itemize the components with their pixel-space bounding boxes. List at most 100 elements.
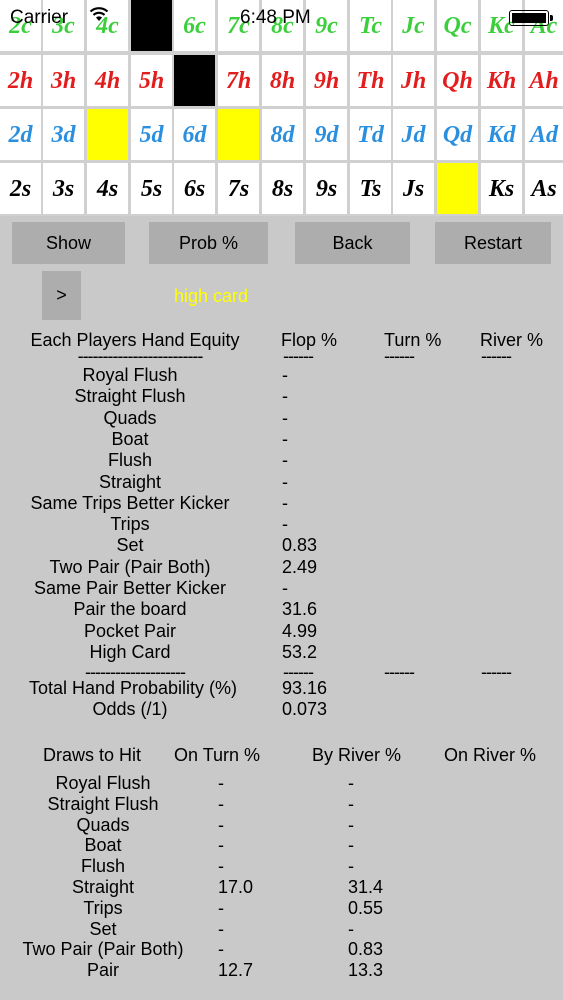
draw-row-label: Royal Flush bbox=[55, 773, 151, 793]
card-6s[interactable]: 6s bbox=[174, 163, 215, 214]
on-turn-header: On Turn % bbox=[174, 745, 261, 765]
card-slot-black[interactable] bbox=[174, 55, 215, 106]
equity-row-label: Two Pair (Pair Both) bbox=[49, 557, 211, 577]
odds-flop-value: 0.073 bbox=[282, 699, 328, 719]
card-5s[interactable]: 5s bbox=[131, 163, 172, 214]
equity-row-flop-value: - bbox=[282, 386, 288, 406]
next-button[interactable]: > bbox=[42, 271, 81, 320]
draw-row-label: Two Pair (Pair Both) bbox=[22, 939, 184, 959]
carrier-label: Carrier bbox=[10, 7, 69, 28]
card-2d[interactable]: 2d bbox=[0, 109, 41, 160]
card-slot-yellow[interactable] bbox=[437, 163, 478, 214]
card-8d[interactable]: 8d bbox=[262, 109, 303, 160]
card-7h[interactable]: 7h bbox=[218, 55, 259, 106]
equity-row-label: Flush bbox=[107, 450, 153, 470]
card-As[interactable]: As bbox=[525, 163, 563, 214]
card-Kd[interactable]: Kd bbox=[481, 109, 522, 160]
total-flop-value: 93.16 bbox=[282, 678, 328, 698]
card-2h[interactable]: 2h bbox=[0, 55, 41, 106]
card-4s[interactable]: 4s bbox=[87, 163, 128, 214]
equity-row-flop-value: 2.49 bbox=[282, 557, 318, 577]
equity-row-label: Straight bbox=[98, 472, 162, 492]
draws-header-label: Draws to Hit bbox=[43, 745, 142, 765]
equity-row-flop-value: - bbox=[282, 493, 288, 513]
card-Jh[interactable]: Jh bbox=[393, 55, 434, 106]
restart-button[interactable]: Restart bbox=[435, 222, 551, 264]
draw-row-by-river-value: 31.4 bbox=[348, 877, 384, 897]
draw-row-by-river-value: 13.3 bbox=[348, 960, 384, 980]
card-7s[interactable]: 7s bbox=[218, 163, 259, 214]
draw-row-label: Set bbox=[89, 919, 117, 939]
equity-row-label: Set bbox=[116, 535, 144, 555]
card-8h[interactable]: 8h bbox=[262, 55, 303, 106]
draw-row-by-river-value: - bbox=[348, 773, 354, 793]
equity-row-flop-value: - bbox=[282, 429, 288, 449]
card-Js[interactable]: Js bbox=[393, 163, 434, 214]
equity-row-label: Boat bbox=[111, 429, 149, 449]
card-Ad[interactable]: Ad bbox=[525, 109, 563, 160]
status-bar: Carrier 6:48 PM bbox=[0, 0, 563, 36]
card-9d[interactable]: 9d bbox=[306, 109, 347, 160]
draw-row-turn-value: - bbox=[218, 919, 224, 939]
divider: ------ bbox=[283, 346, 314, 366]
card-3h[interactable]: 3h bbox=[43, 55, 84, 106]
draw-row-by-river-value: - bbox=[348, 919, 354, 939]
prob-button[interactable]: Prob % bbox=[149, 222, 268, 264]
draw-row-label: Trips bbox=[83, 898, 123, 918]
divider: ------ bbox=[481, 662, 512, 682]
draw-row-turn-value: 12.7 bbox=[218, 960, 254, 980]
divider: ------------------------- bbox=[77, 346, 204, 366]
draw-row-label: Straight Flush bbox=[47, 794, 159, 814]
card-5d[interactable]: 5d bbox=[131, 109, 172, 160]
card-6d[interactable]: 6d bbox=[174, 109, 215, 160]
card-Ah[interactable]: Ah bbox=[525, 55, 563, 106]
equity-row-label: Trips bbox=[110, 514, 150, 534]
card-slot-yellow[interactable] bbox=[218, 109, 259, 160]
card-9s[interactable]: 9s bbox=[306, 163, 347, 214]
card-Kh[interactable]: Kh bbox=[481, 55, 522, 106]
draw-row-turn-value: 17.0 bbox=[218, 877, 254, 897]
card-Qh[interactable]: Qh bbox=[437, 55, 478, 106]
card-Qd[interactable]: Qd bbox=[437, 109, 478, 160]
equity-row-label: Pair the board bbox=[73, 599, 187, 619]
card-2s[interactable]: 2s bbox=[0, 163, 41, 214]
by-river-header: By River % bbox=[312, 745, 402, 765]
show-button[interactable]: Show bbox=[12, 222, 125, 264]
hand-result-label: high card bbox=[174, 286, 249, 306]
equity-row-flop-value: - bbox=[282, 514, 288, 534]
draw-row-turn-value: - bbox=[218, 939, 224, 959]
card-5h[interactable]: 5h bbox=[131, 55, 172, 106]
card-8s[interactable]: 8s bbox=[262, 163, 303, 214]
card-Ks[interactable]: Ks bbox=[481, 163, 522, 214]
card-slot-yellow[interactable] bbox=[87, 109, 128, 160]
wifi-icon bbox=[88, 6, 110, 27]
draw-row-label: Boat bbox=[84, 835, 122, 855]
card-Jd[interactable]: Jd bbox=[393, 109, 434, 160]
equity-row-label: Same Pair Better Kicker bbox=[33, 578, 227, 598]
on-river-header: On River % bbox=[444, 745, 537, 765]
card-Th[interactable]: Th bbox=[350, 55, 391, 106]
battery-icon bbox=[509, 10, 549, 26]
divider: ------ bbox=[384, 346, 415, 366]
equity-row-flop-value: - bbox=[282, 450, 288, 470]
equity-row-flop-value: 53.2 bbox=[282, 642, 318, 662]
card-Ts[interactable]: Ts bbox=[350, 163, 391, 214]
equity-row-label: Royal Flush bbox=[82, 365, 178, 385]
divider: ------ bbox=[481, 346, 512, 366]
draw-row-label: Quads bbox=[76, 815, 130, 835]
card-4h[interactable]: 4h bbox=[87, 55, 128, 106]
card-3d[interactable]: 3d bbox=[43, 109, 84, 160]
equity-row-flop-value: 0.83 bbox=[282, 535, 318, 555]
clock: 6:48 PM bbox=[240, 7, 311, 28]
draw-row-turn-value: - bbox=[218, 898, 224, 918]
equity-row-flop-value: - bbox=[282, 408, 288, 428]
equity-row-flop-value: 4.99 bbox=[282, 621, 318, 641]
draw-row-turn-value: - bbox=[218, 773, 224, 793]
draw-row-by-river-value: - bbox=[348, 835, 354, 855]
back-button[interactable]: Back bbox=[295, 222, 410, 264]
card-9h[interactable]: 9h bbox=[306, 55, 347, 106]
draw-row-label: Flush bbox=[80, 856, 126, 876]
card-Td[interactable]: Td bbox=[350, 109, 391, 160]
equity-row-flop-value: 31.6 bbox=[282, 599, 318, 619]
card-3s[interactable]: 3s bbox=[43, 163, 84, 214]
